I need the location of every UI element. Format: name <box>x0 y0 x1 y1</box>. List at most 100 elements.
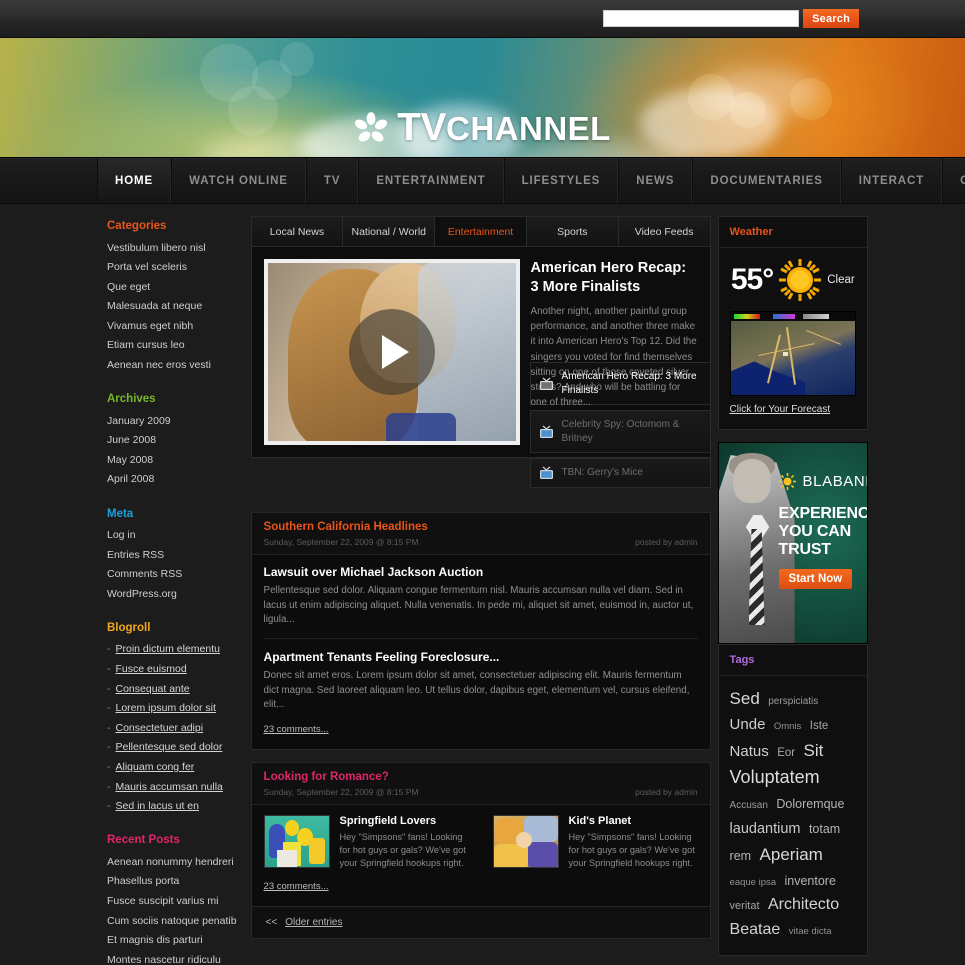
list-item[interactable]: Aliquam cong fer <box>97 757 245 777</box>
list-item[interactable]: June 2008 <box>97 431 245 451</box>
list-item[interactable]: Que eget <box>97 277 245 297</box>
tags-body: Sed perspiciatis Unde Omnis Iste Natus E… <box>719 676 867 955</box>
list-item[interactable]: Phasellus porta <box>97 872 245 892</box>
list-item[interactable]: Pellentesque sed dolor <box>97 738 245 758</box>
list-item[interactable]: Malesuada at neque <box>97 297 245 317</box>
nav-item-watch-online[interactable]: WATCH ONLINE <box>171 158 306 203</box>
blogroll-link[interactable]: Consectetuer adipi <box>116 722 204 734</box>
tag-link[interactable]: vitae dicta <box>789 926 832 937</box>
advertisement-banner[interactable]: BLABANK EXPERIENCE YOU CAN TRUST Start N… <box>717 442 868 644</box>
tag-link[interactable]: eaque ipsa <box>730 877 776 888</box>
list-item[interactable]: Mauris accumsan nulla <box>97 777 245 797</box>
mini-thumbnail[interactable] <box>263 815 330 869</box>
list-item[interactable]: Aenean nec eros vesti <box>97 356 245 376</box>
tag-link[interactable]: laudantium <box>730 821 801 837</box>
list-item[interactable]: Consectetuer adipi <box>97 718 245 738</box>
nav-item-home[interactable]: HOME <box>97 158 172 203</box>
list-item[interactable]: April 2008 <box>97 470 245 490</box>
tag-link[interactable]: Aperiam <box>760 845 823 864</box>
tag-link[interactable]: Accusan <box>730 800 768 811</box>
comments-link[interactable]: 23 comments... <box>264 881 329 892</box>
post-author: posted by admin <box>635 787 698 798</box>
nav-item-tv[interactable]: TV <box>305 158 359 203</box>
mini-heading[interactable]: Springfield Lovers <box>340 815 469 827</box>
post-title[interactable]: Southern California Headlines <box>264 521 698 533</box>
list-item[interactable]: Lorem ipsum dolor sit <box>97 699 245 719</box>
list-item[interactable]: Vestibulum libero nisl <box>97 238 245 258</box>
weather-forecast-link[interactable]: Click for Your Forecast <box>730 404 831 415</box>
list-item[interactable]: Cum sociis natoque penatib <box>97 911 245 931</box>
sidebar-list-archives: January 2009 June 2008 May 2008 April 20… <box>97 411 245 489</box>
tag-link[interactable]: Voluptatem <box>730 767 820 787</box>
list-item[interactable]: Vivamus eget nibh <box>97 316 245 336</box>
article-heading[interactable]: Lawsuit over Michael Jackson Auction <box>264 565 698 579</box>
tag-link[interactable]: inventore <box>784 874 835 888</box>
nav-item-entertainment[interactable]: ENTERTAINMENT <box>358 158 504 203</box>
tab-entertainment[interactable]: Entertainment <box>435 217 527 246</box>
tag-link[interactable]: perspiciatis <box>768 696 818 707</box>
blogroll-link[interactable]: Mauris accumsan nulla <box>116 781 223 793</box>
ad-cta-button[interactable]: Start Now <box>778 569 853 589</box>
list-item[interactable]: January 2009 <box>97 411 245 431</box>
blogroll-link[interactable]: Pellentesque sed dolor <box>116 741 223 753</box>
list-item[interactable]: WordPress.org <box>97 584 245 604</box>
weather-map[interactable] <box>729 311 856 396</box>
list-item[interactable]: Comments RSS <box>97 565 245 585</box>
nav-item-contacts[interactable]: CONTACTS <box>942 158 965 203</box>
tab-national-world[interactable]: National / World <box>343 217 436 246</box>
list-item[interactable]: May 2008 <box>97 450 245 470</box>
search-input[interactable] <box>603 10 800 27</box>
comments-link[interactable]: 23 comments... <box>264 724 329 735</box>
nav-item-interact[interactable]: INTERACT <box>840 158 943 203</box>
list-item[interactable]: Et magnis dis parturi <box>97 931 245 951</box>
older-entries-link[interactable]: Older entries <box>285 917 342 928</box>
tag-link[interactable]: veritat <box>730 900 760 912</box>
list-item[interactable]: Fusce suscipit varius mi <box>97 891 245 911</box>
tag-link[interactable]: Natus <box>730 743 769 760</box>
list-item[interactable]: Entries RSS <box>97 545 245 565</box>
tag-link[interactable]: Doloremque <box>776 797 844 811</box>
nav-item-documentaries[interactable]: DOCUMENTARIES <box>692 158 841 203</box>
blogroll-link[interactable]: Consequat ante <box>116 683 190 695</box>
logo-channel: CHANNEL <box>446 110 611 147</box>
list-item[interactable]: Porta vel sceleris <box>97 258 245 278</box>
tag-link[interactable]: Omnis <box>774 721 801 732</box>
sidebar-heading-archives: Archives <box>107 393 156 406</box>
blogroll-link[interactable]: Sed in lacus ut en <box>116 800 199 812</box>
nav-item-lifestyles[interactable]: LIFESTYLES <box>503 158 619 203</box>
nav-item-news[interactable]: NEWS <box>618 158 693 203</box>
tab-local-news[interactable]: Local News <box>251 217 344 246</box>
list-item[interactable]: Etiam cursus leo <box>97 336 245 356</box>
blogroll-link[interactable]: Aliquam cong fer <box>116 761 195 773</box>
site-logo[interactable]: TVCHANNEL <box>0 108 965 147</box>
blogroll-link[interactable]: Proin dictum elementu <box>116 643 220 655</box>
tab-sports[interactable]: Sports <box>526 217 619 246</box>
mini-article: Kid's Planet Hey "Simpsons" fans! Lookin… <box>492 815 698 870</box>
article-heading[interactable]: Apartment Tenants Feeling Foreclosure... <box>264 650 698 664</box>
mini-article-row: Springfield Lovers Hey "Simpsons" fans! … <box>263 815 698 870</box>
blogroll-link[interactable]: Fusce euismod <box>116 663 187 675</box>
blogroll-link[interactable]: Lorem ipsum dolor sit <box>116 702 216 714</box>
mini-thumbnail[interactable] <box>492 815 559 869</box>
tab-video-feeds[interactable]: Video Feeds <box>618 217 710 246</box>
video-thumbnail[interactable] <box>263 259 520 445</box>
tag-link[interactable]: Sit <box>804 741 824 760</box>
post-title[interactable]: Looking for Romance? <box>264 771 698 783</box>
playlist-item[interactable]: TBN: Gerry's Mice <box>529 458 711 488</box>
mini-heading[interactable]: Kid's Planet <box>569 815 698 827</box>
tag-link[interactable]: Iste <box>810 720 829 732</box>
search-button[interactable]: Search <box>803 9 859 28</box>
list-item[interactable]: Proin dictum elementu <box>97 640 245 660</box>
list-item[interactable]: Montes nascetur ridiculu <box>97 950 245 965</box>
list-item[interactable]: Consequat ante <box>97 679 245 699</box>
featured-title: American Hero Recap: 3 More Finalists <box>530 260 687 295</box>
list-item[interactable]: Log in <box>97 526 245 546</box>
play-button[interactable] <box>348 309 435 395</box>
list-item[interactable]: Aenean nonummy hendreri <box>97 852 245 872</box>
tag-link[interactable]: Unde <box>730 716 766 733</box>
tag-cloud: Sed perspiciatis Unde Omnis Iste Natus E… <box>730 686 856 943</box>
list-item[interactable]: Sed in lacus ut en <box>97 797 245 817</box>
tag-link[interactable]: Eor <box>777 747 795 759</box>
list-item[interactable]: Fusce euismod <box>97 660 245 680</box>
tag-link[interactable]: Sed <box>730 689 760 708</box>
